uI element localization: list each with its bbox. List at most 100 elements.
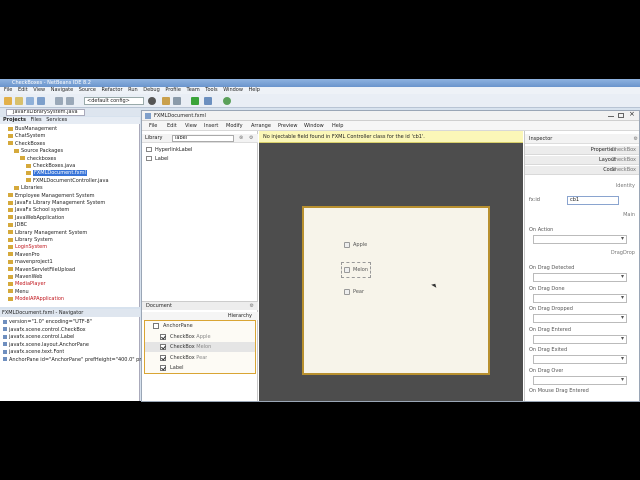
search-clear-icon[interactable]: ⊗ (239, 134, 243, 143)
run-icon[interactable] (191, 97, 199, 105)
inspector-menu-icon[interactable]: ⚙ (634, 134, 638, 144)
menu-navigate[interactable]: Navigate (51, 87, 73, 94)
on-action-combo[interactable] (533, 235, 627, 244)
project-tree-item[interactable]: LoginSystem (8, 244, 47, 251)
library-search-input[interactable]: label (172, 135, 234, 142)
redo-icon[interactable] (66, 97, 74, 105)
profile-icon[interactable] (223, 97, 231, 105)
undo-icon[interactable] (55, 97, 63, 105)
section-code[interactable]: Code CheckBox (525, 166, 639, 175)
sb-menu-file[interactable]: File (149, 121, 157, 131)
project-tree-item[interactable]: JavaWebApplication (8, 215, 64, 222)
hierarchy-item[interactable]: CheckBox Melon (145, 342, 255, 352)
maximize-icon[interactable] (618, 113, 624, 118)
section-layout[interactable]: Layout CheckBox (525, 156, 639, 165)
event-handler-combo[interactable] (533, 375, 627, 385)
library-item-hyperlinklabel[interactable]: HyperlinkLabel (146, 146, 192, 154)
project-tree-item[interactable]: MavenWeb (8, 274, 42, 281)
event-handler-combo[interactable] (533, 355, 627, 364)
project-tree-item[interactable]: MavenServletFileUpload (8, 267, 75, 274)
target-icon[interactable] (148, 97, 156, 105)
save-all-icon[interactable] (37, 97, 45, 105)
project-tree-item[interactable]: Source Packages (14, 148, 63, 155)
menu-refactor[interactable]: Refactor (102, 87, 123, 94)
menu-window[interactable]: Window (223, 87, 243, 94)
sb-menu-edit[interactable]: Edit (167, 121, 177, 131)
tab-services[interactable]: Services (46, 117, 67, 124)
hierarchy-item[interactable]: Label (145, 363, 255, 373)
open-project-icon[interactable] (26, 97, 34, 105)
sb-menu-window[interactable]: Window (304, 121, 324, 131)
checkbox-pear[interactable]: Pear (344, 288, 364, 296)
project-tree-item[interactable]: Employee Management System (8, 193, 95, 200)
navigator-item[interactable]: javafx.scene.layout.AnchorPane (3, 342, 89, 349)
library-item-label[interactable]: Label (146, 155, 169, 163)
project-tree-item[interactable]: Menu (8, 289, 29, 296)
new-project-icon[interactable] (4, 97, 12, 105)
project-tree-item[interactable]: Library Management System (8, 230, 87, 237)
debug-icon[interactable] (204, 97, 212, 105)
project-tree-item[interactable]: BusManagement (8, 126, 57, 133)
navigator-item[interactable]: javafx.scene.control.CheckBox (3, 327, 86, 334)
sb-menu-preview[interactable]: Preview (278, 121, 297, 131)
build-icon[interactable] (173, 97, 181, 105)
file-tab[interactable]: JavaFxLibrarySystem.java (6, 109, 85, 116)
anchorpane-stage[interactable]: Apple Melon Pear (302, 206, 490, 375)
event-handler-combo[interactable] (533, 334, 627, 344)
project-tree-item[interactable]: FXMLDocumentController.java (26, 178, 109, 185)
fxid-input[interactable]: cb1 (567, 196, 619, 205)
tab-files[interactable]: Files (31, 117, 42, 124)
navigator-item[interactable]: javafx.scene.text.Font (3, 349, 64, 356)
project-tree-item[interactable]: FXMLDocument.fxml (26, 170, 87, 177)
hierarchy-header[interactable]: Hierarchy (142, 312, 258, 320)
project-tree-item[interactable]: ModelAPApplication (8, 296, 64, 303)
menu-source[interactable]: Source (79, 87, 96, 94)
minimize-icon[interactable] (608, 113, 614, 117)
project-tree-item[interactable]: CheckBoxes.java (26, 163, 75, 170)
event-handler-combo[interactable] (533, 273, 627, 282)
sb-menu-view[interactable]: View (185, 121, 197, 131)
project-tree-item[interactable]: MavenPro (8, 252, 40, 259)
menu-debug[interactable]: Debug (143, 87, 159, 94)
sb-menu-arrange[interactable]: Arrange (251, 121, 271, 131)
project-tree-item[interactable]: mavenproject1 (8, 259, 53, 266)
menu-edit[interactable]: Edit (18, 87, 28, 94)
event-handler-combo[interactable] (533, 293, 627, 303)
sb-menu-insert[interactable]: Insert (204, 121, 218, 131)
project-tree-item[interactable]: CheckBoxes (8, 141, 45, 148)
section-properties[interactable]: Properties CheckBox (525, 146, 639, 155)
new-file-icon[interactable] (15, 97, 23, 105)
menu-view[interactable]: View (33, 87, 45, 94)
project-tree-item[interactable]: Library System (8, 237, 53, 244)
menu-help[interactable]: Help (249, 87, 260, 94)
sb-menu-help[interactable]: Help (332, 121, 343, 131)
menu-tools[interactable]: Tools (205, 87, 217, 94)
library-menu-icon[interactable]: ⚙ (249, 134, 253, 143)
hierarchy-item[interactable]: AnchorPane (145, 321, 255, 331)
navigator-item[interactable]: version="1.0" encoding="UTF-8" (3, 319, 92, 326)
project-tree-item[interactable]: JavaFx Library Management System (8, 200, 105, 207)
project-tree-item[interactable]: MediaPlayer (8, 281, 46, 288)
close-icon[interactable]: × (629, 111, 635, 118)
project-tree-item[interactable]: checkboxes (20, 156, 56, 163)
hierarchy-item[interactable]: CheckBox Pear (145, 353, 255, 363)
menu-file[interactable]: File (4, 87, 12, 94)
navigator-item[interactable]: javafx.scene.control.Label (3, 334, 74, 341)
hierarchy-item[interactable]: CheckBox Apple (145, 332, 255, 342)
project-tree-item[interactable]: JDBC (8, 222, 27, 229)
menu-run[interactable]: Run (128, 87, 138, 94)
project-tree-item[interactable]: Libraries (14, 185, 43, 192)
navigator-item[interactable]: AnchorPane id="AnchorPane" prefHeight="4… (3, 357, 161, 364)
checkbox-apple[interactable]: Apple (344, 241, 367, 249)
menu-profile[interactable]: Profile (165, 87, 181, 94)
project-tree-item[interactable]: JavaFx School system (8, 207, 69, 214)
tab-projects[interactable]: Projects (3, 117, 26, 124)
project-tree-item[interactable]: ChatSystem (8, 133, 45, 140)
checkbox-melon[interactable]: Melon (344, 266, 368, 274)
content-canvas[interactable]: Apple Melon Pear (259, 143, 523, 401)
document-menu-icon[interactable]: ⚙ (250, 302, 254, 311)
clean-build-icon[interactable] (162, 97, 170, 105)
config-select[interactable]: <default config> (84, 97, 144, 105)
event-handler-combo[interactable] (533, 314, 627, 323)
menu-team[interactable]: Team (186, 87, 199, 94)
